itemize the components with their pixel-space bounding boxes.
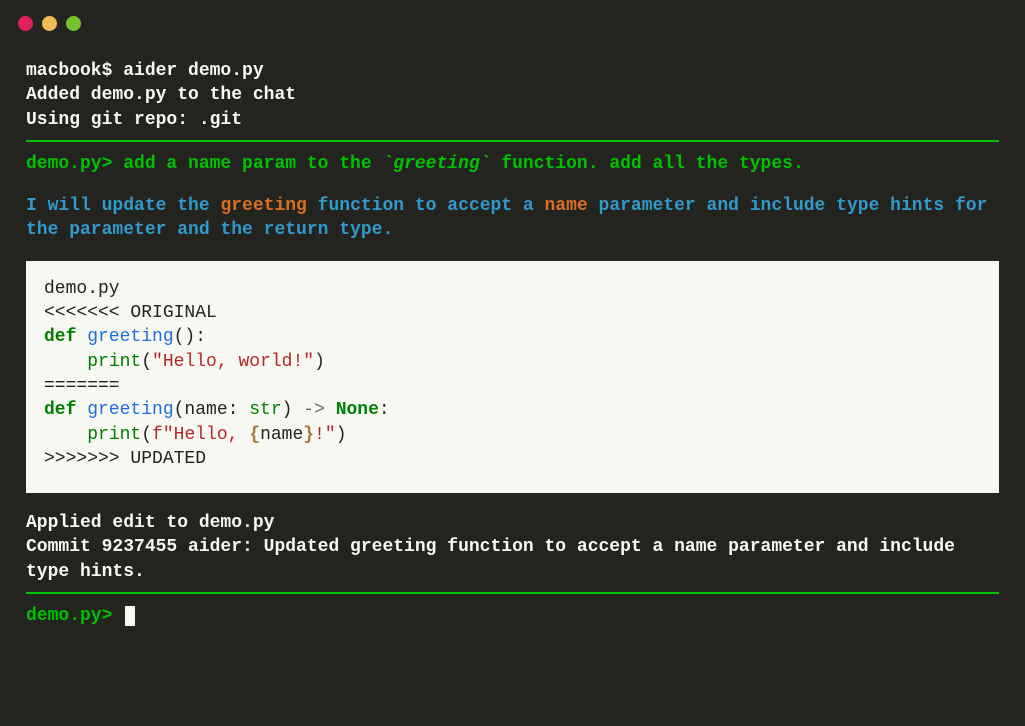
diff-marker-updated: >>>>>>> UPDATED	[44, 447, 981, 471]
divider	[26, 140, 999, 142]
startup-line: Using git repo: .git	[26, 108, 999, 132]
diff-new-def: def greeting(name: str) -> None:	[44, 398, 981, 422]
highlight: greeting	[220, 196, 306, 216]
user-text: function. add all the types.	[491, 154, 804, 174]
shell-command: aider demo.py	[123, 61, 263, 81]
minimize-icon[interactable]	[42, 16, 57, 31]
cursor-icon	[125, 606, 135, 626]
terminal-window: macbook$ aider demo.py Added demo.py to …	[0, 0, 1025, 726]
macos-titlebar	[0, 0, 1025, 31]
diff-marker-original: <<<<<<< ORIGINAL	[44, 301, 981, 325]
applied-line: Applied edit to demo.py	[26, 511, 999, 535]
user-input-line: demo.py> add a name param to the `greeti…	[26, 152, 999, 176]
user-text: add a name param to the	[123, 154, 382, 174]
shell-command-line: macbook$ aider demo.py	[26, 59, 999, 83]
divider	[26, 592, 999, 594]
next-prompt-line[interactable]: demo.py>	[26, 604, 999, 628]
diff-new-body: print(f"Hello, {name}!")	[44, 423, 981, 447]
startup-line: Added demo.py to the chat	[26, 83, 999, 107]
diff-orig-body: print("Hello, world!")	[44, 350, 981, 374]
shell-prompt: macbook$	[26, 61, 123, 81]
terminal-content: macbook$ aider demo.py Added demo.py to …	[0, 31, 1025, 628]
diff-filename: demo.py	[44, 277, 981, 301]
diff-block: demo.py <<<<<<< ORIGINAL def greeting():…	[26, 261, 999, 493]
diff-marker-sep: =======	[44, 374, 981, 398]
aider-prompt: demo.py>	[26, 154, 123, 174]
assistant-response: I will update the greeting function to a…	[26, 194, 999, 243]
aider-prompt: demo.py>	[26, 606, 123, 626]
zoom-icon[interactable]	[66, 16, 81, 31]
highlight: name	[545, 196, 588, 216]
close-icon[interactable]	[18, 16, 33, 31]
diff-orig-def: def greeting():	[44, 325, 981, 349]
commit-line: Commit 9237455 aider: Updated greeting f…	[26, 535, 999, 584]
user-code-ref: `greeting`	[382, 154, 490, 174]
